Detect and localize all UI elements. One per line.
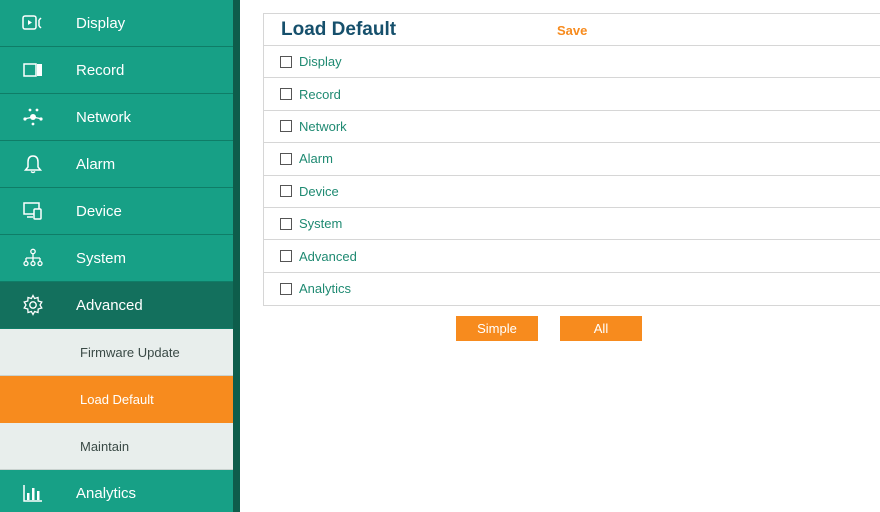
system-checkbox[interactable] [280, 217, 292, 230]
network-checkbox[interactable] [280, 120, 292, 133]
sidebar-item-alarm[interactable]: Alarm [0, 141, 233, 188]
sidebar-item-advanced[interactable]: Advanced [0, 282, 233, 329]
sidebar: Display Record Network Alarm Device Syst… [0, 0, 240, 512]
option-label: Record [299, 86, 341, 102]
option-label: System [299, 216, 343, 232]
sidebar-item-label: Display [76, 14, 126, 32]
submenu-item-label: Load Default [80, 391, 154, 407]
advanced-checkbox[interactable] [280, 250, 292, 263]
submenu-item-load-default[interactable]: Load Default [0, 376, 233, 423]
option-row-record[interactable]: Record [264, 78, 880, 111]
sidebar-item-display[interactable]: Display [0, 0, 233, 47]
option-row-network[interactable]: Network [264, 111, 880, 144]
sidebar-item-system[interactable]: System [0, 235, 233, 282]
submenu-item-label: Firmware Update [80, 344, 180, 360]
hierarchy-icon [22, 247, 44, 269]
simple-button[interactable]: Simple [456, 316, 538, 342]
sidebar-item-label: Alarm [76, 155, 116, 173]
button-row: Simple All [263, 306, 880, 346]
option-row-analytics[interactable]: Analytics [264, 273, 880, 305]
device-checkbox[interactable] [280, 185, 292, 198]
main-content: Load Default Save Display Record Network… [263, 13, 880, 346]
submenu-item-maintain[interactable]: Maintain [0, 423, 233, 470]
option-row-system[interactable]: System [264, 208, 880, 241]
option-label: Device [299, 183, 339, 199]
alarm-checkbox[interactable] [280, 152, 292, 165]
save-button[interactable]: Save [557, 23, 587, 38]
sidebar-item-label: Advanced [76, 296, 143, 314]
bell-icon [22, 153, 44, 175]
sidebar-item-label: Record [76, 61, 125, 79]
sidebar-item-device[interactable]: Device [0, 188, 233, 235]
sidebar-item-analytics[interactable]: Analytics [0, 470, 233, 512]
option-label: Advanced [299, 248, 357, 264]
record-icon [22, 59, 44, 81]
record-checkbox[interactable] [280, 88, 292, 101]
sidebar-item-label: System [76, 249, 127, 267]
load-default-panel: Load Default Save Display Record Network… [263, 13, 880, 307]
network-icon [22, 106, 44, 128]
option-row-advanced[interactable]: Advanced [264, 240, 880, 273]
option-row-display[interactable]: Display [264, 46, 880, 79]
option-label: Alarm [299, 151, 333, 167]
sidebar-item-label: Network [76, 108, 132, 126]
submenu-item-label: Maintain [80, 438, 130, 454]
sidebar-item-label: Analytics [76, 484, 137, 502]
display-icon [22, 12, 44, 34]
option-label: Display [299, 54, 342, 70]
option-row-alarm[interactable]: Alarm [264, 143, 880, 176]
option-row-device[interactable]: Device [264, 176, 880, 208]
sidebar-item-network[interactable]: Network [0, 94, 233, 141]
bar-chart-icon [22, 482, 44, 504]
sidebar-item-label: Device [76, 202, 122, 220]
display-checkbox[interactable] [280, 55, 292, 68]
option-label: Analytics [299, 281, 352, 297]
page-title: Load Default [281, 19, 397, 40]
sidebar-menu: Display Record Network Alarm Device Syst… [0, 0, 233, 512]
submenu-item-firmware-update[interactable]: Firmware Update [0, 329, 233, 376]
option-label: Network [299, 118, 347, 134]
gear-icon [22, 294, 44, 316]
panel-header: Load Default Save [264, 14, 880, 46]
all-button[interactable]: All [560, 316, 642, 342]
sidebar-item-record[interactable]: Record [0, 47, 233, 94]
analytics-checkbox[interactable] [280, 282, 292, 295]
device-icon [22, 200, 44, 222]
